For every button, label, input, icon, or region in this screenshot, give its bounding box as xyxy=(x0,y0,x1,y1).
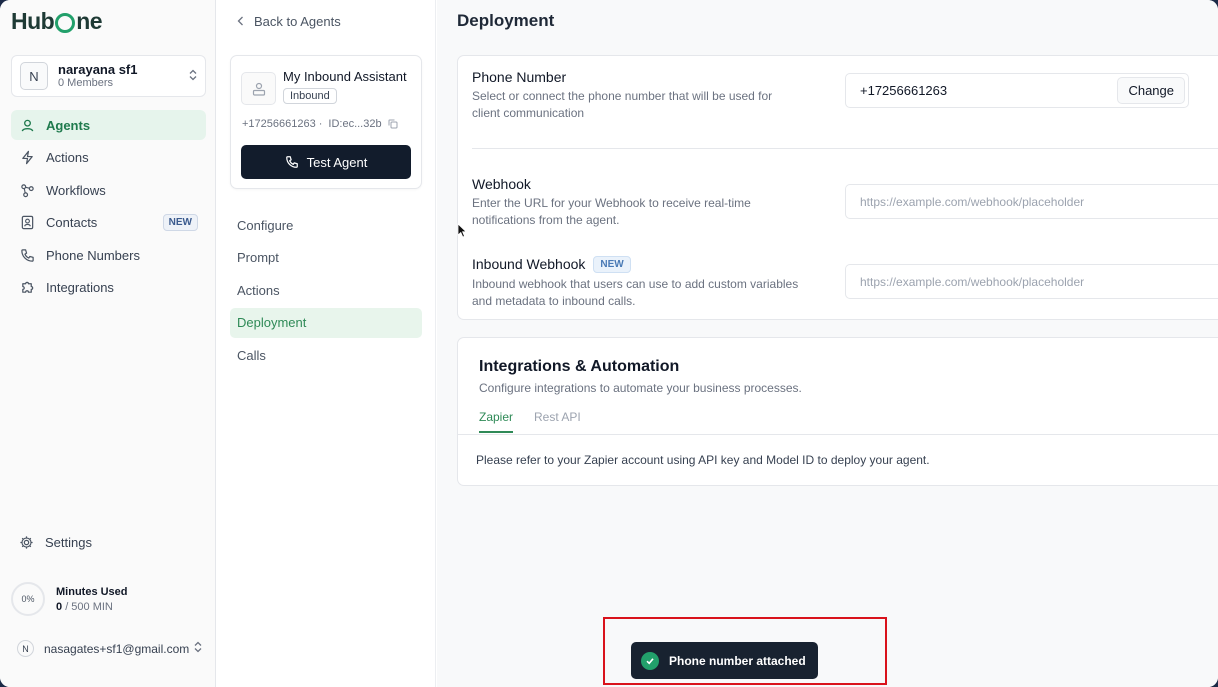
subnav-calls[interactable]: Calls xyxy=(230,340,422,370)
integrations-panel: Integrations & Automation Configure inte… xyxy=(457,337,1218,486)
sidebar-item-label: Contacts xyxy=(46,215,98,230)
logo-text-pre: Hub xyxy=(11,8,55,34)
tab-zapier[interactable]: Zapier xyxy=(479,410,514,433)
puzzle-icon xyxy=(19,280,35,296)
subnav-configure[interactable]: Configure xyxy=(230,210,422,240)
phone-icon xyxy=(19,247,35,263)
agent-subnav: Configure Prompt Actions Deployment Call… xyxy=(230,210,422,373)
new-badge: NEW xyxy=(162,214,198,231)
sidebar: Hub ne N narayana sf1 0 Members Agents Ac… xyxy=(0,0,216,687)
tab-rest-api[interactable]: Rest API xyxy=(534,410,581,433)
test-agent-button[interactable]: Test Agent xyxy=(241,145,411,179)
webhook-url-input[interactable]: https://example.com/webhook/placeholder xyxy=(845,184,1218,219)
hubone-logo[interactable]: Hub ne xyxy=(11,8,103,35)
chevron-up-down-icon xyxy=(194,641,202,656)
webhook-title: Webhook xyxy=(472,176,531,192)
org-members: 0 Members xyxy=(58,77,114,90)
phone-number-desc: Select or connect the phone number that … xyxy=(472,89,773,120)
integrations-desc: Configure integrations to automate your … xyxy=(479,381,802,395)
page-title: Deployment xyxy=(457,11,555,30)
chevron-up-down-icon xyxy=(189,69,197,84)
chevron-left-icon xyxy=(237,15,244,29)
org-switcher[interactable]: N narayana sf1 0 Members xyxy=(11,55,206,97)
sidebar-item-label: Agents xyxy=(46,117,91,133)
zapier-instructions: Please refer to your Zapier account usin… xyxy=(476,453,930,467)
phone-number-field: +17256661263 Change xyxy=(845,73,1189,108)
back-label: Back to Agents xyxy=(254,14,341,29)
sidebar-item-workflows[interactable]: Workflows xyxy=(11,175,206,205)
change-phone-button[interactable]: Change xyxy=(1117,77,1185,104)
subnav-deployment[interactable]: Deployment xyxy=(230,307,422,338)
logo-o-ring-icon xyxy=(55,12,76,33)
minutes-title: Minutes Used xyxy=(56,585,128,598)
agent-panel: Back to Agents My Inbound Assistant Inbo… xyxy=(217,0,436,687)
mouse-cursor-icon xyxy=(457,223,467,243)
minutes-value: 0 / 500 MIN xyxy=(56,601,128,613)
subnav-actions[interactable]: Actions xyxy=(230,275,422,305)
agent-id: ID:ec...32b xyxy=(328,118,382,130)
inbound-webhook-desc: Inbound webhook that users can use to ad… xyxy=(472,277,799,308)
user-menu[interactable]: N nasagates+sf1@gmail.com xyxy=(17,640,202,657)
tab-divider xyxy=(458,434,1218,435)
inbound-webhook-url-input[interactable]: https://example.com/webhook/placeholder xyxy=(845,264,1218,299)
phone-number-value: +17256661263 xyxy=(860,83,948,98)
sidebar-nav: Agents Actions Workflows Contacts NEW Ph… xyxy=(11,110,206,305)
minutes-usage: 0% Minutes Used 0 / 500 MIN xyxy=(11,582,128,616)
contacts-icon xyxy=(19,215,35,231)
sidebar-item-actions[interactable]: Actions xyxy=(11,143,206,173)
sidebar-item-label: Phone Numbers xyxy=(46,247,140,263)
settings-label: Settings xyxy=(45,535,92,550)
user-icon xyxy=(19,117,35,133)
minutes-total: / 500 MIN xyxy=(65,600,113,613)
agent-avatar-icon xyxy=(241,72,276,105)
org-name: narayana sf1 xyxy=(58,61,138,77)
app-window: Hub ne N narayana sf1 0 Members Agents Ac… xyxy=(0,0,1218,687)
test-agent-label: Test Agent xyxy=(306,154,368,170)
sidebar-item-label: Integrations xyxy=(46,280,114,295)
main-content: Deployment Phone Number Select or connec… xyxy=(437,0,1218,687)
minutes-used: 0 xyxy=(56,600,63,613)
phone-number-title: Phone Number xyxy=(472,69,567,85)
inbound-webhook-label: Inbound Webhook xyxy=(472,256,586,272)
sidebar-item-integrations[interactable]: Integrations xyxy=(11,273,206,303)
workflow-icon xyxy=(19,182,35,198)
gear-icon xyxy=(19,535,34,550)
subnav-prompt[interactable]: Prompt xyxy=(230,243,422,273)
inbound-webhook-title: Inbound Webhook NEW xyxy=(472,256,631,273)
usage-ring: 0% xyxy=(11,582,45,616)
agent-meta: +17256661263 · ID:ec...32b xyxy=(242,118,398,130)
sidebar-item-contacts[interactable]: Contacts NEW xyxy=(11,208,206,238)
bolt-icon xyxy=(19,150,35,166)
success-toast: Phone number attached xyxy=(631,642,818,679)
check-circle-icon xyxy=(641,651,659,670)
sidebar-item-label: Actions xyxy=(46,150,89,165)
deployment-settings-panel: Phone Number Select or connect the phone… xyxy=(457,55,1218,320)
copy-icon[interactable] xyxy=(388,119,398,129)
new-badge: NEW xyxy=(593,256,631,273)
agent-card: My Inbound Assistant Inbound +1725666126… xyxy=(230,55,422,189)
agent-type-badge: Inbound xyxy=(283,88,337,104)
user-avatar: N xyxy=(17,640,34,657)
integration-tabs: Zapier Rest API xyxy=(479,410,602,433)
user-email: nasagates+sf1@gmail.com xyxy=(44,641,190,656)
webhook-desc: Enter the URL for your Webhook to receiv… xyxy=(472,196,751,227)
sidebar-item-agents[interactable]: Agents xyxy=(11,110,206,140)
back-to-agents-link[interactable]: Back to Agents xyxy=(237,14,341,29)
toast-message: Phone number attached xyxy=(669,653,806,668)
phone-icon xyxy=(285,155,299,169)
agent-phone: +17256661263 xyxy=(242,118,316,130)
agent-name: My Inbound Assistant xyxy=(283,69,407,84)
integrations-title: Integrations & Automation xyxy=(479,358,680,375)
org-avatar: N xyxy=(20,62,48,90)
sidebar-item-phone-numbers[interactable]: Phone Numbers xyxy=(11,240,206,270)
logo-text-post: ne xyxy=(76,8,103,34)
divider xyxy=(472,148,1218,149)
sidebar-item-settings[interactable]: Settings xyxy=(19,535,92,550)
sidebar-item-label: Workflows xyxy=(46,182,106,198)
